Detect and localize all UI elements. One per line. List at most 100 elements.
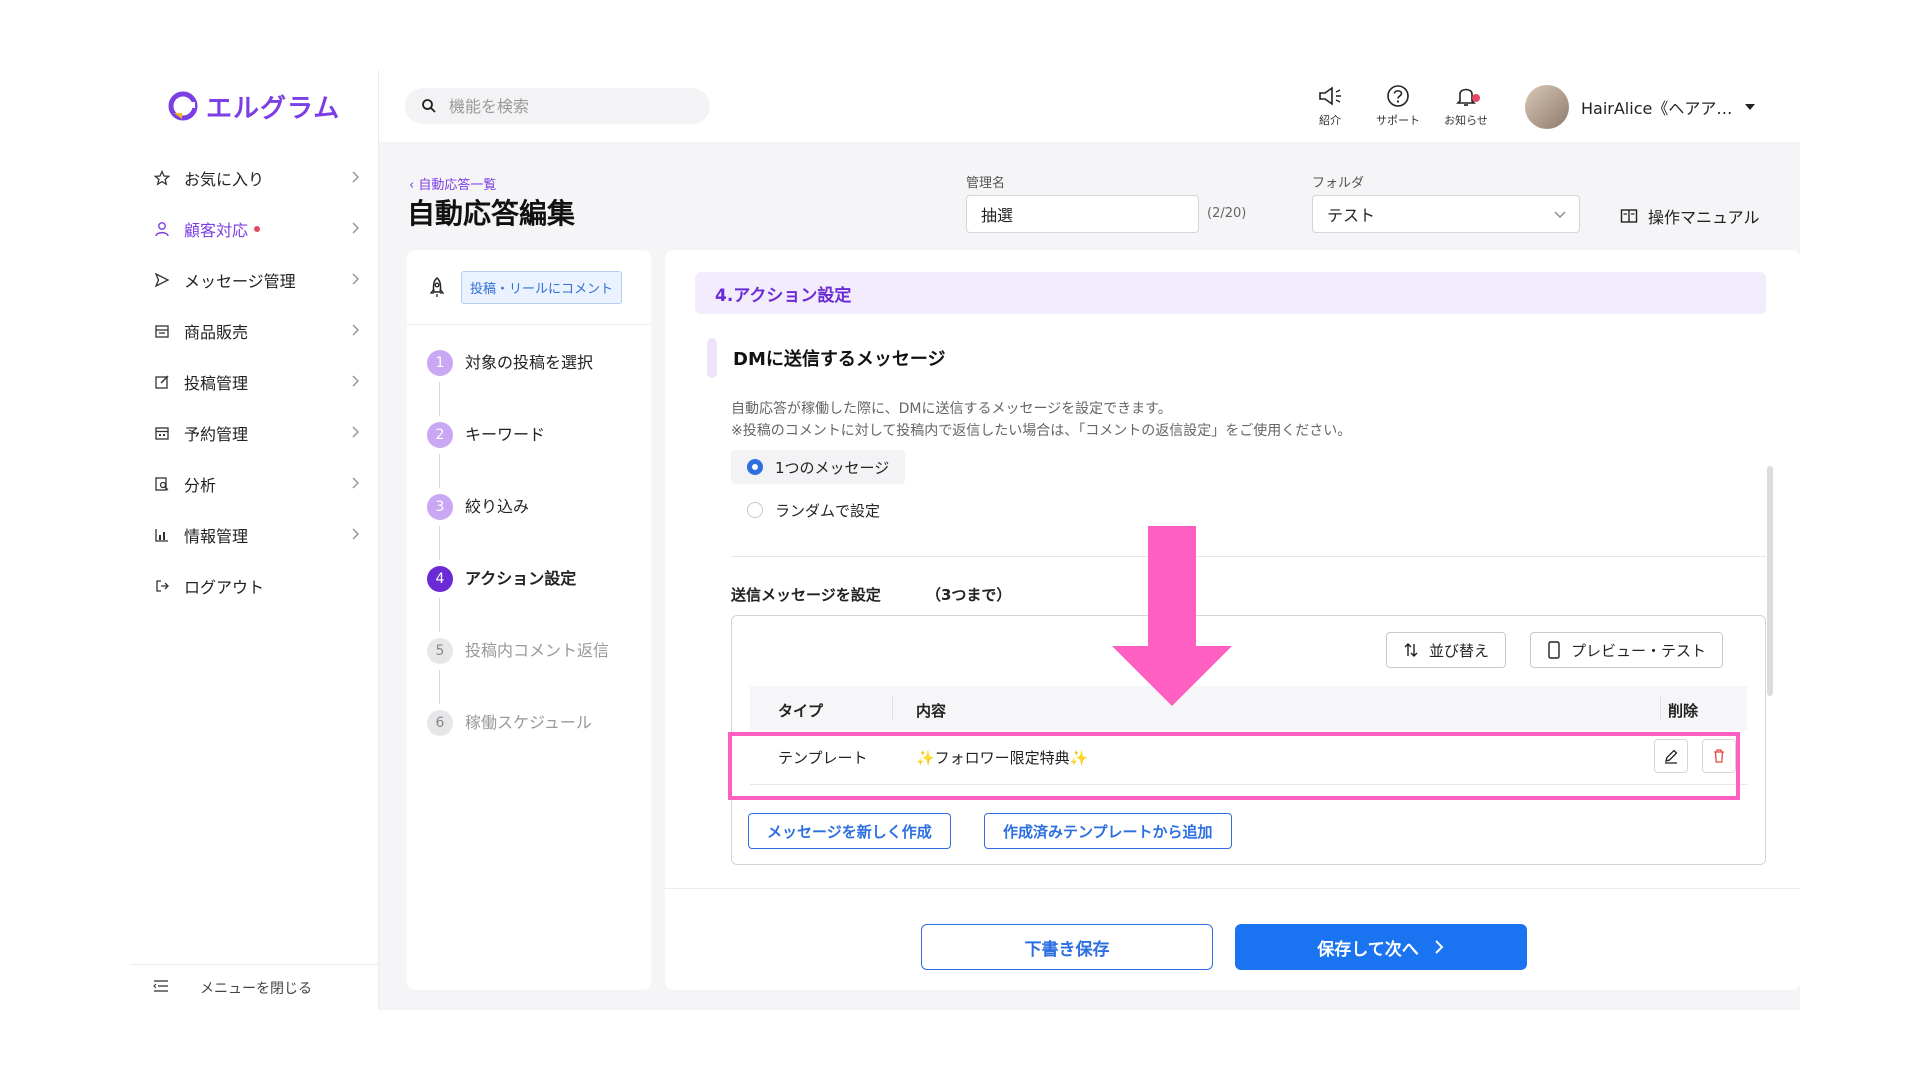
- sidebar-item-sales[interactable]: 商品販売: [130, 305, 378, 356]
- back-link[interactable]: ‹ 自動応答一覧: [409, 174, 496, 193]
- chevron-right-icon: [1435, 940, 1444, 954]
- name-input[interactable]: [966, 195, 1199, 233]
- radio-random[interactable]: ランダムで設定: [731, 493, 896, 527]
- trigger-type-tag: 投稿・リールにコメント: [461, 270, 623, 304]
- divider: [731, 556, 1766, 557]
- avatar: [1525, 85, 1569, 129]
- step-connector: [439, 598, 440, 632]
- save-and-next-label: 保存して次へ: [1317, 939, 1419, 960]
- add-from-template-label: 作成済みテンプレートから追加: [1003, 822, 1213, 841]
- step-item[interactable]: 2 キーワード: [427, 422, 609, 494]
- step-number: 4: [427, 566, 453, 592]
- notification-dot: [254, 225, 261, 232]
- heading-accent: [707, 338, 717, 378]
- radio-unchecked[interactable]: [747, 502, 763, 518]
- support-label: サポート: [1376, 114, 1420, 127]
- sidebar-item-customer[interactable]: 顧客対応: [130, 203, 378, 254]
- sidebar-item-posts[interactable]: 投稿管理: [130, 356, 378, 407]
- step-item[interactable]: 5 投稿内コメント返信: [427, 638, 609, 710]
- send-message-label: 送信メッセージを設定: [731, 586, 881, 604]
- page-title: 自動応答編集: [407, 197, 576, 230]
- sidebar-item-info[interactable]: 情報管理: [130, 509, 378, 560]
- save-draft-button[interactable]: 下書き保存: [921, 924, 1213, 970]
- sidebar-item-label: 予約管理: [184, 424, 249, 444]
- chevron-left-icon: ‹: [409, 178, 415, 193]
- trigger-type-row: 投稿・リールにコメント: [407, 250, 651, 325]
- save-and-next-button[interactable]: 保存して次へ: [1235, 924, 1527, 970]
- step-item-current[interactable]: 4 アクション設定: [427, 566, 609, 638]
- step-number: 6: [427, 710, 453, 736]
- sidebar-item-label: メッセージ管理: [184, 271, 296, 291]
- app-window: エルグラム お気に入り 顧客対応 メッセージ管理 商品販売 投稿管理 予約管理 …: [130, 70, 1800, 1010]
- radio-single-message[interactable]: 1つのメッセージ: [731, 450, 906, 484]
- step-label: キーワード: [465, 425, 546, 444]
- user-name: HairAlice《ヘアア…: [1581, 99, 1733, 118]
- chevron-right-icon: [352, 222, 360, 234]
- sidebar-item-analysis[interactable]: 分析: [130, 458, 378, 509]
- step-item[interactable]: 1 対象の投稿を選択: [427, 350, 609, 422]
- sidebar-item-label: 情報管理: [184, 526, 249, 546]
- megaphone-icon: [1319, 86, 1341, 106]
- folder-select[interactable]: テスト: [1312, 195, 1580, 233]
- sort-icon: [1404, 643, 1418, 657]
- folder-value: テスト: [1327, 206, 1376, 225]
- sidebar: エルグラム お気に入り 顧客対応 メッセージ管理 商品販売 投稿管理 予約管理 …: [130, 70, 379, 1010]
- col-delete: 削除: [1668, 702, 1699, 720]
- search-box: [405, 88, 710, 124]
- sidebar-item-messages[interactable]: メッセージ管理: [130, 254, 378, 305]
- step-label: 稼働スケジュール: [465, 713, 592, 732]
- step-number: 2: [427, 422, 453, 448]
- name-label: 管理名: [966, 176, 1006, 191]
- sidebar-item-label: ログアウト: [184, 577, 265, 597]
- action-settings-card: 4.アクション設定 DMに送信するメッセージ 自動応答が稼働した際に、DMに送信…: [665, 250, 1800, 990]
- search-input[interactable]: [447, 95, 691, 117]
- chevron-right-icon: [352, 273, 360, 285]
- sidebar-item-logout[interactable]: ログアウト: [130, 560, 378, 611]
- logo-icon: [168, 91, 198, 121]
- radio-label: 1つのメッセージ: [775, 458, 890, 477]
- logout-icon: [152, 576, 172, 596]
- manual-link[interactable]: 操作マニュアル: [1620, 204, 1760, 228]
- chevron-down-icon: [1554, 211, 1566, 218]
- phone-icon: [1548, 641, 1560, 659]
- add-from-template-button[interactable]: 作成済みテンプレートから追加: [984, 813, 1232, 849]
- step-connector: [439, 382, 440, 416]
- close-menu-button[interactable]: メニューを閉じる: [130, 964, 378, 1010]
- steps-panel: 投稿・リールにコメント 1 対象の投稿を選択 2 キーワード 3 絞り込み 4 …: [407, 250, 651, 990]
- sidebar-item-reservations[interactable]: 予約管理: [130, 407, 378, 458]
- send-icon: [152, 270, 172, 290]
- save-draft-label: 下書き保存: [1024, 939, 1110, 960]
- step-item[interactable]: 6 稼働スケジュール: [427, 710, 609, 782]
- support-button[interactable]: サポート: [1368, 84, 1428, 128]
- step-list: 1 対象の投稿を選択 2 キーワード 3 絞り込み 4 アクション設定 5 投稿…: [427, 350, 609, 782]
- step-number: 1: [427, 350, 453, 376]
- manual-label: 操作マニュアル: [1648, 208, 1760, 227]
- radio-checked[interactable]: [747, 459, 763, 475]
- sidebar-item-favorites[interactable]: お気に入り: [130, 152, 378, 203]
- name-counter: (2/20): [1207, 206, 1247, 221]
- rocket-icon: [429, 277, 445, 297]
- user-menu[interactable]: HairAlice《ヘアア…: [1525, 84, 1758, 130]
- user-icon: [152, 219, 172, 239]
- star-icon: [152, 168, 172, 188]
- step-connector: [439, 454, 440, 488]
- preview-test-button[interactable]: プレビュー・テスト: [1530, 632, 1724, 668]
- create-new-message-button[interactable]: メッセージを新しく作成: [748, 813, 951, 849]
- sort-label: 並び替え: [1429, 641, 1490, 660]
- step-item[interactable]: 3 絞り込み: [427, 494, 609, 566]
- create-new-message-label: メッセージを新しく作成: [767, 822, 932, 841]
- referral-button[interactable]: 紹介: [1300, 84, 1360, 128]
- notifications-button[interactable]: お知らせ: [1436, 84, 1496, 128]
- description-line-1: 自動応答が稼働した際に、DMに送信するメッセージを設定できます。: [731, 401, 1172, 417]
- sort-button[interactable]: 並び替え: [1386, 632, 1507, 668]
- notification-dot: [1472, 94, 1480, 102]
- logo[interactable]: エルグラム: [168, 86, 340, 126]
- step-number: 3: [427, 494, 453, 520]
- calendar-icon: [152, 423, 172, 443]
- step-label: 投稿内コメント返信: [465, 641, 610, 660]
- scrollbar[interactable]: [1767, 466, 1773, 696]
- send-message-title: 送信メッセージを設定 （3つまで）: [731, 584, 1011, 605]
- sidebar-item-label: お気に入り: [184, 169, 265, 189]
- step-label: 対象の投稿を選択: [465, 353, 594, 372]
- sidebar-nav: お気に入り 顧客対応 メッセージ管理 商品販売 投稿管理 予約管理 分析 情報管…: [130, 152, 378, 611]
